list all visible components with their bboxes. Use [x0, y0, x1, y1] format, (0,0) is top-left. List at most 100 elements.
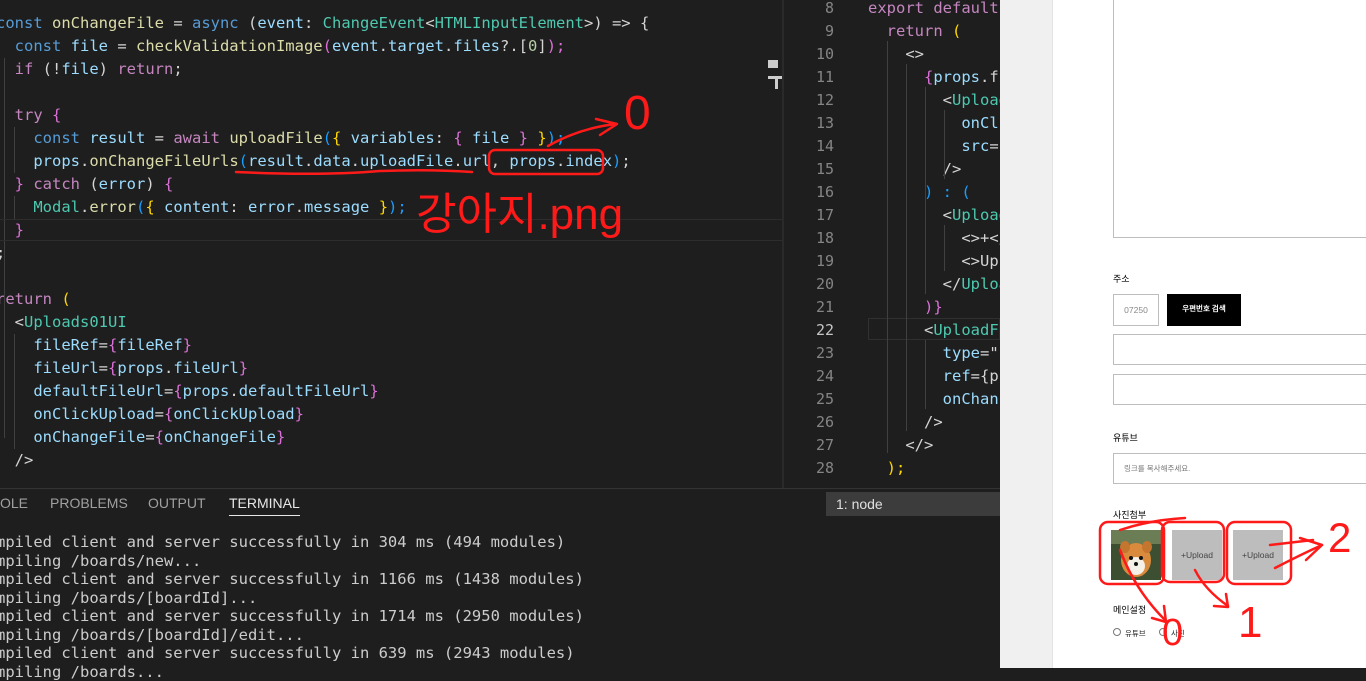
- puppy-image: [1111, 530, 1161, 580]
- code-line[interactable]: Modal.error({ content: error.message });: [0, 196, 407, 219]
- terminal-line: mpiling /boards/[boardId]/edit...: [0, 626, 304, 645]
- code-editor-right[interactable]: 8910111213141516171819202122232425262728…: [784, 0, 1000, 488]
- code-token: onClickUpload: [0, 405, 155, 423]
- line-number: 21: [784, 296, 834, 319]
- code-line[interactable]: props.onChangeFileUrls(result.data.uploa…: [0, 150, 631, 173]
- code-token: .: [80, 198, 89, 216]
- address-label: 주소: [1113, 272, 1130, 285]
- code-token: Uploads01UI: [24, 313, 127, 331]
- code-token: =: [108, 37, 136, 55]
- code-line[interactable]: onChangeFile={onChangeFile}: [0, 426, 285, 449]
- code-line[interactable]: try {: [0, 104, 61, 127]
- code-token: props: [509, 152, 556, 170]
- code-token: 0: [528, 37, 537, 55]
- code-token: (: [89, 175, 98, 193]
- contents-textarea[interactable]: [1113, 0, 1366, 238]
- code-line[interactable]: const onChangeFile = async (event: Chang…: [0, 12, 649, 35]
- code-token: .: [556, 152, 565, 170]
- code-token: checkValidationImage: [136, 37, 323, 55]
- code-token: ChangeEvent: [323, 14, 426, 32]
- code-line[interactable]: return (: [0, 288, 71, 311]
- radio-youtube[interactable]: [1113, 628, 1121, 636]
- tab-console[interactable]: OLE: [0, 495, 28, 511]
- code-token: <>: [868, 252, 980, 270]
- zipcode-input[interactable]: 07250: [1113, 294, 1159, 326]
- code-token: :: [304, 14, 323, 32]
- code-token: ): [612, 152, 621, 170]
- code-token: (: [239, 14, 258, 32]
- code-token: =: [989, 137, 998, 155]
- line-number: 9: [784, 20, 834, 43]
- code-token: ={p: [971, 367, 999, 385]
- code-editor-left[interactable]: const onChangeFile = async (event: Chang…: [0, 0, 784, 488]
- photo-label: 사진첨부: [1113, 508, 1146, 521]
- code-token: content: [164, 198, 229, 216]
- tab-output[interactable]: OUTPUT: [148, 495, 206, 511]
- uploaded-photo-thumbnail[interactable]: [1111, 530, 1161, 580]
- code-token: ;: [173, 60, 182, 78]
- code-line[interactable]: export default: [868, 0, 999, 20]
- code-token: ]: [537, 37, 546, 55]
- code-line[interactable]: fileUrl={props.fileUrl}: [0, 357, 248, 380]
- line-number: 25: [784, 388, 834, 411]
- line-number: 17: [784, 204, 834, 227]
- code-token: HTMLInputElement: [435, 14, 584, 32]
- code-line[interactable]: const result = await uploadFile({ variab…: [0, 127, 565, 150]
- code-token: );: [868, 459, 905, 477]
- code-line[interactable]: />: [868, 158, 961, 181]
- tab-terminal[interactable]: TERMINAL: [229, 495, 300, 511]
- code-line[interactable]: const file = checkValidationImage(event.…: [0, 35, 565, 58]
- code-token: }: [239, 359, 248, 377]
- code-line[interactable]: defaultFileUrl={props.defaultFileUrl}: [0, 380, 379, 403]
- indent-guide: [14, 196, 15, 219]
- code-token: >) => {: [584, 14, 649, 32]
- code-token: =: [99, 336, 108, 354]
- code-token: default: [933, 0, 998, 17]
- youtube-input[interactable]: 링크를 복사해주세요.: [1113, 453, 1366, 484]
- line-number: 18: [784, 227, 834, 250]
- code-token: ,: [491, 152, 510, 170]
- code-line[interactable]: />: [0, 449, 33, 472]
- code-token: {: [173, 382, 182, 400]
- code-line[interactable]: } catch (error) {: [0, 173, 173, 196]
- code-token: return: [868, 22, 952, 40]
- code-line[interactable]: ) : (: [868, 181, 971, 204]
- code-token: {: [52, 106, 61, 124]
- code-token: file: [61, 60, 98, 78]
- code-line[interactable]: return (: [868, 20, 961, 43]
- code-line[interactable]: );: [868, 457, 905, 480]
- scrollbar-marker[interactable]: [768, 60, 778, 68]
- upload-button-2[interactable]: +Upload: [1233, 530, 1283, 580]
- line-number: 11: [784, 66, 834, 89]
- terminal-select[interactable]: 1: node: [826, 492, 1000, 516]
- line-number: 16: [784, 181, 834, 204]
- terminal-line: mpiling /boards/new...: [0, 552, 201, 571]
- tab-problems[interactable]: PROBLEMS: [50, 495, 128, 511]
- code-token: .: [80, 152, 89, 170]
- scrollbar-marker[interactable]: [775, 79, 778, 89]
- code-token: await: [173, 129, 229, 147]
- code-line[interactable]: if (!file) return;: [0, 58, 183, 81]
- code-token: event: [332, 37, 379, 55]
- code-token: ): [145, 175, 164, 193]
- code-token: {: [164, 405, 173, 423]
- line-number: 14: [784, 135, 834, 158]
- zipcode-search-button[interactable]: 우편번호 검색: [1167, 294, 1241, 326]
- upload-button-1[interactable]: +Upload: [1172, 530, 1222, 580]
- code-line[interactable]: <>: [868, 43, 924, 66]
- code-line[interactable]: <Uploads01UI: [0, 311, 127, 334]
- code-line[interactable]: fileRef={fileRef}: [0, 334, 192, 357]
- code-token: url: [463, 152, 491, 170]
- code-token: =: [99, 359, 108, 377]
- code-token: result: [248, 152, 304, 170]
- annotation-filename: 강아지.png: [416, 178, 623, 242]
- address-input[interactable]: [1113, 334, 1366, 365]
- code-token: {: [155, 428, 164, 446]
- code-token: fileUrl: [173, 359, 238, 377]
- code-token: error: [89, 198, 136, 216]
- address-detail-input[interactable]: [1113, 374, 1366, 405]
- code-token: onChangeFileUrls: [89, 152, 238, 170]
- code-line[interactable]: onClickUpload={onClickUpload}: [0, 403, 304, 426]
- code-token: (: [239, 152, 248, 170]
- code-line[interactable]: </>: [868, 434, 933, 457]
